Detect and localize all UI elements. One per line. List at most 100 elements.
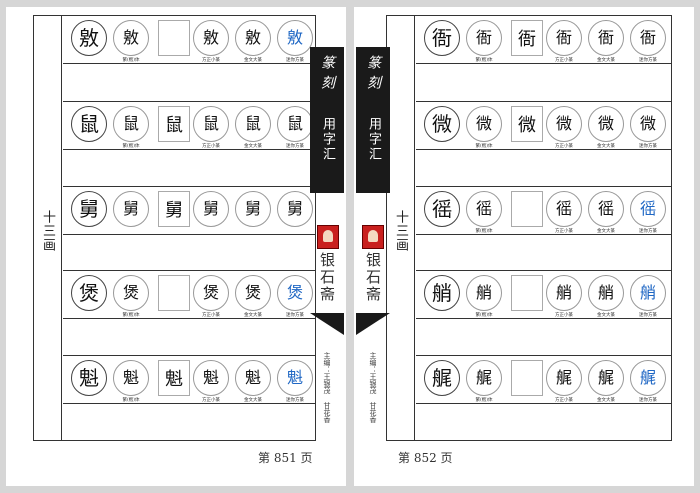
style-caption: 迷你方篆: [286, 143, 304, 149]
style-caption: 迷你方篆: [639, 143, 657, 149]
seal-glyph: 魁: [165, 369, 183, 391]
glyph-circle: 艄: [546, 275, 582, 312]
page-number: 第 851 页: [258, 451, 313, 465]
glyph-circle: 煲: [193, 275, 229, 312]
style-caption: 方正小篆: [202, 143, 220, 149]
style-variant-cell: 煲迷你方篆: [277, 275, 313, 318]
style-caption: 金文大篆: [244, 313, 262, 319]
variant-glyph: 煲: [122, 283, 139, 303]
page-number: 第 852 页: [398, 451, 453, 465]
style-caption: 金文大篆: [597, 58, 615, 63]
glyph-circle: 艄: [588, 275, 624, 312]
style-variant-cell: 煲方正小篆: [193, 275, 229, 318]
left-frame: 十三画 敫敫繁(楷)体敫方正小篆敫金文大篆敫迷你方篆鼠鼠繁(楷)体鼠鼠方正小篆鼠…: [33, 15, 316, 441]
variant-glyph: 敫: [202, 28, 219, 47]
style-caption: 方正小篆: [202, 398, 220, 404]
style-caption: 繁(楷)体: [122, 313, 140, 319]
variant-glyph: 敫: [286, 28, 303, 47]
headword-cell: 鼠: [71, 105, 107, 142]
variant-glyph: 魁: [202, 368, 219, 388]
glyph-circle: 舅: [113, 190, 149, 227]
spine-subtitle: 用字汇: [320, 117, 335, 162]
seal-sample: [511, 190, 543, 227]
style-variant-cell: 煲金文大篆: [235, 275, 271, 318]
character-row: 艄艄繁(楷)体艄方正小篆艄金文大篆艄迷你方篆: [416, 270, 671, 356]
style-caption: 迷你方篆: [639, 228, 657, 234]
glyph-circle: 徭: [466, 190, 502, 227]
variant-glyph: 煲: [286, 283, 303, 303]
glyph-circle: 微: [424, 105, 460, 142]
headword-glyph: 衙: [432, 26, 452, 50]
variant-glyph: 微: [597, 113, 614, 133]
style-variant-cell: 艉金文大篆: [588, 360, 624, 403]
glyph-circle: 徭: [546, 190, 582, 227]
right-page: 十三画 衙衙繁(楷)体衙衙方正小篆衙金文大篆衙迷你方篆微微繁(楷)体微微方正小篆…: [354, 7, 694, 486]
style-variant-cell: 徭繁(楷)体: [466, 190, 502, 234]
glyph-circle: 魁: [193, 360, 229, 397]
style-variant-cell: 敫方正小篆: [193, 20, 229, 63]
note-line: [63, 318, 315, 320]
seal-sample-box: [509, 190, 545, 227]
glyph-circle: 艄: [424, 275, 460, 312]
style-caption: 繁(楷)体: [475, 313, 493, 319]
glyph-circle: 艄: [466, 275, 502, 312]
style-variant-cell: 衙迷你方篆: [630, 20, 666, 63]
headword-glyph: 鼠: [79, 111, 99, 136]
character-row: 魁魁繁(楷)体魁魁方正小篆魁金文大篆魁迷你方篆: [63, 355, 315, 441]
glyph-circle: 艉: [546, 360, 582, 397]
headword-cell: 敫: [71, 20, 107, 56]
note-line: [416, 63, 671, 64]
variant-glyph: 舅: [122, 198, 139, 218]
variant-glyph: 艉: [475, 368, 492, 388]
glyph-circle: 微: [466, 105, 502, 142]
note-line: [416, 148, 671, 150]
style-caption: 迷你方篆: [286, 58, 304, 63]
glyph-circle: 舅: [71, 190, 107, 227]
style-variant-cell: 鼠金文大篆: [235, 105, 271, 149]
style-variant-cell: 煲繁(楷)体: [113, 275, 149, 318]
headword-glyph: 微: [432, 111, 452, 136]
glyph-circle: 魁: [277, 360, 313, 397]
style-variant-cell: 徭迷你方篆: [630, 190, 666, 234]
style-variant-cell: 魁方正小篆: [193, 360, 229, 403]
seal-sample: [511, 275, 543, 312]
style-caption: 迷你方篆: [286, 313, 304, 319]
style-variant-cell: 鼠迷你方篆: [277, 105, 313, 149]
variant-glyph: 舅: [202, 198, 219, 218]
style-caption: 繁(楷)体: [122, 58, 140, 63]
variant-glyph: 敫: [244, 28, 261, 47]
variant-glyph: 徭: [597, 198, 614, 218]
note-line: [63, 233, 315, 235]
character-row: 艉艉繁(楷)体艉方正小篆艉金文大篆艉迷你方篆: [416, 355, 671, 441]
style-caption: 方正小篆: [555, 228, 573, 234]
style-caption: 繁(楷)体: [475, 228, 493, 234]
style-variant-cell: 徭方正小篆: [546, 190, 582, 234]
portrait-seal: [362, 225, 384, 249]
spine-title: 篆刻: [365, 55, 381, 95]
character-row: 敫敫繁(楷)体敫方正小篆敫金文大篆敫迷你方篆: [63, 16, 315, 101]
seal-sample-box: 魁: [156, 360, 192, 397]
variant-glyph: 鼠: [202, 113, 219, 133]
left-page: 十三画 敫敫繁(楷)体敫方正小篆敫金文大篆敫迷你方篆鼠鼠繁(楷)体鼠鼠方正小篆鼠…: [6, 7, 346, 486]
spine-banner: 篆刻 用字汇: [356, 47, 390, 193]
style-caption: 方正小篆: [555, 143, 573, 149]
variant-glyph: 鼠: [244, 113, 261, 133]
note-line: [416, 318, 671, 320]
variant-glyph: 衙: [475, 28, 492, 47]
style-variant-cell: 微繁(楷)体: [466, 105, 502, 149]
variant-glyph: 艄: [475, 283, 492, 303]
style-variant-cell: 艉繁(楷)体: [466, 360, 502, 403]
glyph-circle: 敫: [71, 20, 107, 56]
style-caption: 金文大篆: [244, 58, 262, 63]
spine-title: 篆刻: [319, 55, 335, 95]
variant-glyph: 艉: [555, 368, 572, 388]
glyph-circle: 徭: [424, 190, 460, 227]
headword-cell: 艉: [424, 360, 460, 397]
style-variant-cell: 艄方正小篆: [546, 275, 582, 318]
glyph-circle: 舅: [235, 190, 271, 227]
style-variant-cell: 微金文大篆: [588, 105, 624, 149]
variant-glyph: 衙: [639, 28, 656, 47]
style-variant-cell: 敫迷你方篆: [277, 20, 313, 63]
studio-name: 银石斋: [364, 252, 382, 303]
glyph-circle: 衙: [546, 20, 582, 56]
